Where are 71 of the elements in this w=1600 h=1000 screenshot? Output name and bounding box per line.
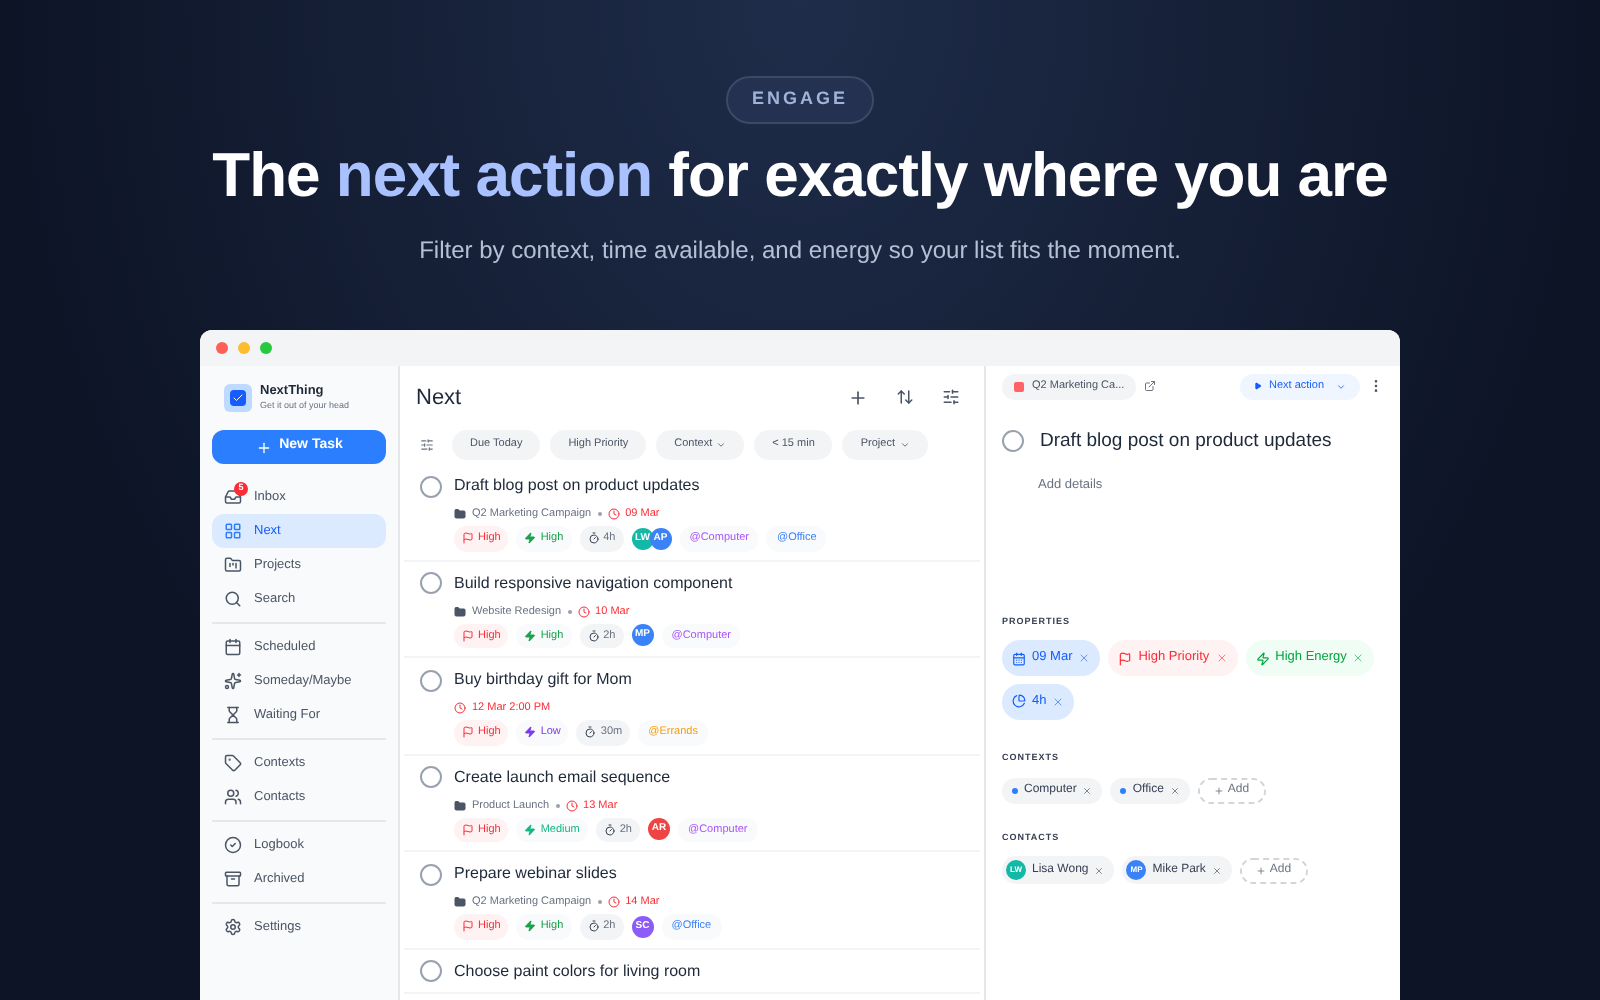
clock-icon	[454, 702, 466, 715]
plus-icon	[255, 439, 272, 455]
section-badge: ENGAGE	[725, 76, 874, 123]
flag-icon	[462, 920, 474, 933]
timer-icon	[603, 823, 616, 836]
clock-icon	[607, 896, 620, 909]
folder-icon	[454, 605, 466, 618]
plus-icon	[1255, 865, 1266, 876]
timer-icon	[587, 532, 600, 545]
task-title[interactable]: Buy birthday gift for Mom	[454, 668, 632, 692]
remove-icon[interactable]	[1078, 652, 1091, 665]
check-circle-icon	[224, 836, 242, 854]
task-checkbox[interactable]	[420, 475, 442, 497]
project-color-icon	[1014, 381, 1024, 391]
tag-icon	[224, 754, 242, 772]
sort-icon[interactable]	[896, 388, 914, 407]
folders-icon	[224, 556, 242, 574]
filter-icon[interactable]	[420, 438, 434, 452]
flag-icon	[462, 823, 474, 836]
caret-icon	[899, 440, 909, 450]
folder-icon	[454, 896, 466, 909]
task-checkbox[interactable]	[420, 863, 442, 885]
play-icon	[1254, 382, 1263, 390]
caret-icon	[1336, 381, 1346, 391]
grid-icon	[224, 522, 242, 540]
task-title[interactable]: Build responsive navigation component	[454, 571, 733, 595]
app-logo-icon	[224, 383, 252, 412]
flag-icon	[462, 532, 474, 545]
flag-icon	[462, 629, 474, 642]
headline: The next action for exactly where you are	[212, 139, 1388, 211]
folder-icon	[454, 799, 466, 812]
archive-icon	[224, 870, 242, 888]
sparkles-icon	[224, 672, 242, 690]
calendar-icon	[224, 638, 242, 656]
search-icon	[224, 590, 242, 608]
subtitle: Filter by context, time available, and energy so your list fits the moment.	[419, 233, 1181, 267]
calendar-icon	[1012, 651, 1026, 666]
add-icon[interactable]	[848, 387, 868, 408]
clock-icon	[607, 508, 620, 521]
hourglass-icon	[224, 706, 242, 724]
flag-icon	[1118, 651, 1133, 666]
task-title[interactable]: Create launch email sequence	[454, 765, 671, 789]
settings-icon	[224, 918, 242, 936]
timer-icon	[587, 920, 600, 933]
list-title: Next	[416, 383, 462, 413]
remove-icon[interactable]	[1052, 695, 1065, 708]
task-title[interactable]: Prepare webinar slides	[454, 862, 617, 886]
task-checkbox[interactable]	[420, 669, 442, 691]
remove-icon[interactable]	[1215, 652, 1228, 665]
flag-icon	[462, 726, 474, 739]
clock-icon	[577, 605, 590, 618]
inbox-icon	[224, 488, 242, 506]
task-title[interactable]: Choose paint colors for living room	[454, 959, 701, 983]
users-icon	[224, 788, 242, 806]
pie-icon	[1012, 694, 1026, 709]
detail-title: Draft blog post on product updates	[1040, 427, 1332, 455]
task-checkbox[interactable]	[420, 960, 442, 982]
external-link-icon[interactable]	[1144, 380, 1157, 392]
caret-icon	[716, 440, 727, 450]
clock-icon	[565, 799, 578, 812]
bolt-icon	[1255, 651, 1270, 666]
task-checkbox[interactable]	[420, 766, 442, 788]
timer-icon	[587, 629, 600, 642]
folder-icon	[454, 508, 466, 521]
task-checkbox[interactable]	[1002, 430, 1024, 453]
remove-icon[interactable]	[1352, 652, 1365, 665]
plus-icon	[1213, 785, 1224, 795]
task-title[interactable]: Draft blog post on product updates	[454, 474, 700, 498]
timer-icon	[584, 726, 597, 739]
sliders-icon[interactable]	[942, 388, 960, 407]
task-checkbox[interactable]	[420, 572, 442, 594]
